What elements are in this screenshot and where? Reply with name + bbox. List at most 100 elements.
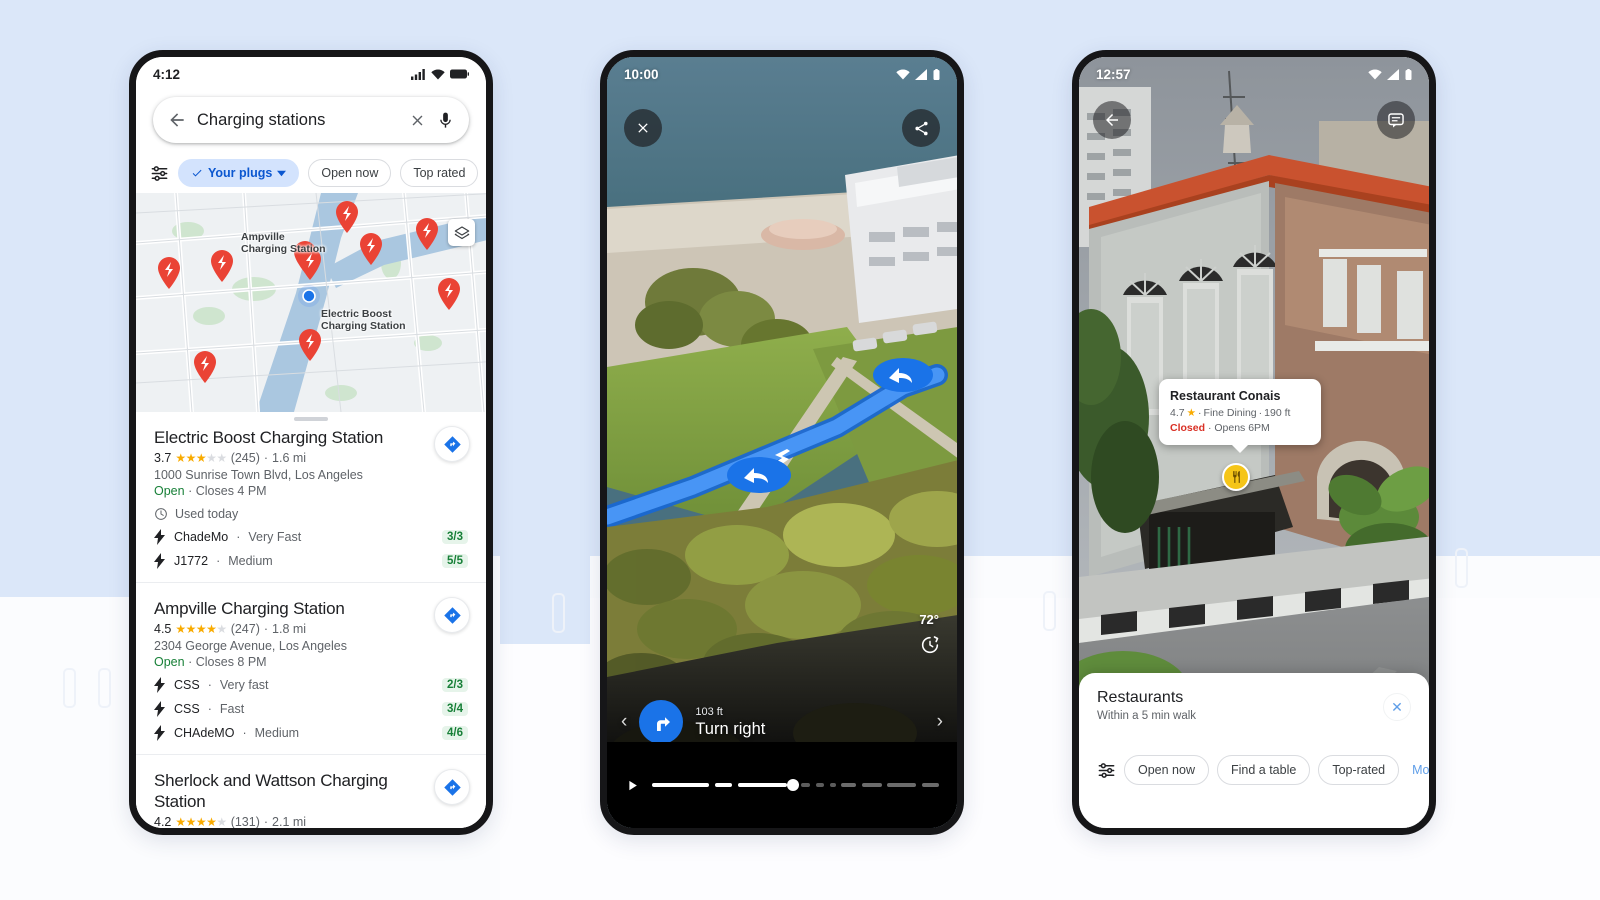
turn-right-icon xyxy=(639,700,684,744)
result-meta: 4.5 ★★★★★ (247) · 1.8 mi xyxy=(154,622,468,636)
back-button[interactable] xyxy=(1093,101,1131,139)
chevron-right-icon[interactable]: › xyxy=(937,711,943,733)
restaurants-bottom-sheet[interactable]: Restaurants Within a 5 min walk ✕ Open n… xyxy=(1079,673,1429,828)
phone2-status-bar: 10:00 xyxy=(607,57,957,91)
microphone-icon[interactable] xyxy=(436,111,455,130)
star-rating-icon: ★★★★★ xyxy=(175,451,227,465)
phone3-screen: 12:57 Restaurant Conais 4.7 ★ · Fine Din… xyxy=(1079,57,1429,828)
chip-top-rated[interactable]: Top-rated xyxy=(1318,755,1400,785)
plug-speed: Medium xyxy=(254,726,300,740)
sheet-subtitle: Within a 5 min walk xyxy=(1097,710,1197,722)
route-timeline-scrubber[interactable] xyxy=(607,742,957,828)
chevron-left-icon[interactable]: ‹ xyxy=(621,711,627,733)
used-today-row: Used today xyxy=(154,507,468,521)
navigation-text-group: 103 ft Turn right xyxy=(695,706,765,739)
check-icon xyxy=(192,169,202,177)
reviews-button[interactable] xyxy=(1377,101,1415,139)
used-today-label: Used today xyxy=(175,507,239,521)
status-time: 10:00 xyxy=(624,66,659,82)
chip-find-a-table[interactable]: Find a table xyxy=(1216,755,1311,785)
poi-category: Fine Dining xyxy=(1203,407,1257,419)
tune-icon[interactable] xyxy=(1097,761,1116,780)
filter-chip-row: Your plugs Open now Top rated xyxy=(136,153,486,193)
sheet-grabber[interactable] xyxy=(294,417,328,421)
plug-type: CHAdeMO xyxy=(174,726,235,740)
search-input[interactable]: Charging stations xyxy=(197,111,399,130)
plug-type: J1772 xyxy=(174,554,209,568)
result-hours: Open · Closes 8 PM xyxy=(154,655,468,669)
distance: 1.6 mi xyxy=(272,451,307,465)
charging-station-results[interactable]: Electric Boost Charging Station 3.7 ★★★★… xyxy=(136,412,486,828)
wifi-icon xyxy=(431,69,445,79)
bolt-icon xyxy=(154,553,165,569)
battery-icon xyxy=(933,68,940,80)
chip-your-plugs[interactable]: Your plugs xyxy=(178,159,300,187)
closing-time: Closes 4 PM xyxy=(195,484,267,498)
separator: · xyxy=(263,622,269,636)
directions-icon[interactable] xyxy=(434,426,470,462)
wifi-icon xyxy=(896,69,910,79)
sheet-title: Restaurants xyxy=(1097,689,1184,706)
scrubber-track[interactable] xyxy=(652,779,939,791)
close-icon xyxy=(638,123,648,133)
time-icon[interactable] xyxy=(920,635,940,655)
plug-speed: Very fast xyxy=(219,678,269,692)
chip-open-now[interactable]: Open now xyxy=(308,159,392,187)
layers-icon[interactable] xyxy=(448,219,475,246)
separator: · xyxy=(1198,407,1202,419)
result-address: 1000 Sunrise Town Blvd, Los Angeles xyxy=(154,468,363,482)
chip-label: Top-rated xyxy=(1332,763,1386,777)
scrubber-playhead[interactable] xyxy=(786,779,799,791)
bolt-icon xyxy=(154,701,165,717)
separator: · xyxy=(1258,407,1263,419)
chip-label: Open now xyxy=(1138,763,1195,777)
chip-top-rated[interactable]: Top rated xyxy=(400,159,479,187)
plug-type: ChadeMo xyxy=(174,530,229,544)
phone-mockup-immersive-navigation: 10:00 72° ‹ 103 ft Turn right › xyxy=(600,50,964,835)
table-row[interactable]: Ampville Charging Station 4.5 ★★★★★ (247… xyxy=(136,583,486,755)
tune-icon[interactable] xyxy=(150,164,169,183)
separator: · xyxy=(216,554,221,568)
battery-icon xyxy=(1405,68,1412,80)
time-glyph-icon xyxy=(921,636,939,654)
poi-details: 4.7 ★ · Fine Dining · 190 ft xyxy=(1170,406,1310,420)
distance: 1.8 mi xyxy=(272,622,307,636)
ghost-phone-outline xyxy=(63,668,76,708)
directions-icon[interactable] xyxy=(434,597,470,633)
result-meta: 3.7 ★★★★★ (245) · 1.6 mi xyxy=(154,451,468,465)
chip-open-now[interactable]: Open now xyxy=(1124,755,1209,785)
chevron-down-icon xyxy=(277,170,287,176)
table-row[interactable]: Electric Boost Charging Station 3.7 ★★★★… xyxy=(136,412,486,583)
search-bar[interactable]: Charging stations xyxy=(153,97,469,143)
share-button[interactable] xyxy=(902,109,940,147)
phone-mockup-live-view-restaurants: 12:57 Restaurant Conais 4.7 ★ · Fine Din… xyxy=(1072,50,1436,835)
chip-label: Your plugs xyxy=(208,166,273,180)
separator: · xyxy=(188,484,193,498)
temperature-label: 72° xyxy=(919,612,939,627)
restaurant-icon[interactable] xyxy=(1222,463,1250,491)
back-arrow-icon[interactable] xyxy=(167,110,187,130)
close-button[interactable] xyxy=(624,109,662,147)
poi-distance: 190 ft xyxy=(1264,407,1291,419)
map-label-electric-boost: Electric Boost Charging Station xyxy=(321,308,406,332)
chip-more[interactable]: More xyxy=(1407,755,1429,785)
rating-value: 3.7 xyxy=(154,451,172,465)
review-count: (131) xyxy=(230,815,260,828)
close-icon[interactable] xyxy=(409,112,426,129)
map-view[interactable]: Ampville Charging Station Electric Boost… xyxy=(136,193,486,412)
sheet-filter-chips: Open now Find a table Top-rated More xyxy=(1097,753,1429,787)
play-icon[interactable] xyxy=(625,778,640,793)
close-icon[interactable]: ✕ xyxy=(1383,693,1411,721)
result-hours: Open · Closes 4 PM xyxy=(154,484,468,498)
table-row[interactable]: Sherlock and Wattson Charging Station 4.… xyxy=(136,755,486,828)
scrubber-segment xyxy=(715,783,733,787)
poi-name: Restaurant Conais xyxy=(1170,389,1281,403)
plug-availability: 3/3 xyxy=(442,530,468,544)
separator: · xyxy=(242,726,247,740)
poi-info-card[interactable]: Restaurant Conais 4.7 ★ · Fine Dining · … xyxy=(1159,379,1321,453)
directions-icon[interactable] xyxy=(434,769,470,805)
distance: 2.1 mi xyxy=(272,815,307,828)
poi-opens: Opens 6PM xyxy=(1214,422,1270,434)
status-time: 4:12 xyxy=(153,66,181,82)
bolt-icon xyxy=(154,529,165,545)
